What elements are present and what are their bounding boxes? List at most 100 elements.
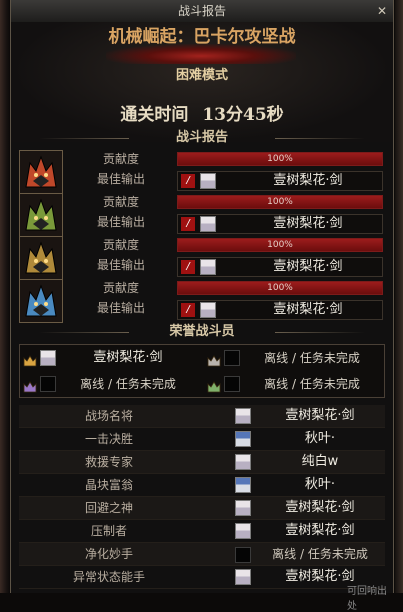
award-title: 压制者 [90,524,127,538]
bakal-green-dragon-icon [19,193,63,237]
player-avatar [200,173,216,189]
award-row[interactable]: 战场名将 壹树梨花·剑 [19,405,385,428]
battle-report-window: 战斗报告 ✕ 机械崛起：巴卡尔攻坚战 困难模式 通关时间 13分45秒 战斗报告 … [10,0,394,612]
award-row[interactable]: 净化妙手 离线 / 任务未完成 [19,543,385,566]
honor-name: 壹树梨花·剑 [93,350,163,365]
award-row[interactable]: 晶块富翁 秋叶· [19,474,385,497]
award-row[interactable]: 异常状态能手 壹树梨花·剑 [19,566,385,589]
player-avatar [40,350,56,366]
award-player-name: 壹树梨花·剑 [285,523,355,538]
best-output-label: 最佳输出 [96,258,145,272]
contribution-value: 100% [267,283,293,293]
contribution-label: 贡献度 [102,281,139,295]
player-avatar [200,259,216,275]
contribution-value: 100% [267,154,293,164]
player-name: 壹树梨花·剑 [273,302,343,317]
player-avatar [235,569,251,585]
contribution-label: 贡献度 [102,195,139,209]
window-titlebar[interactable]: 战斗报告 ✕ [11,0,393,23]
green-crown-icon [207,378,221,393]
best-output-label: 最佳输出 [96,215,145,229]
contribution-bar: 100% [177,281,383,295]
gold-crown-icon [23,352,37,367]
empty-avatar [235,547,251,563]
award-player-name: 壹树梨花·剑 [285,500,355,515]
award-title: 净化妙手 [84,547,133,561]
bakal-gold-dragon-icon [19,236,63,280]
contribution-bar: 100% [177,152,383,166]
award-player-name: 壹树梨花·剑 [285,408,355,423]
section-title-honor: 荣誉战斗员 [11,324,393,340]
role-row: 贡献度最佳输出 100% / 壹树梨花·剑 [19,193,385,237]
award-row[interactable]: 一击决胜 秋叶· [19,428,385,451]
role-row: 贡献度最佳输出 100% / 壹树梨花·剑 [19,279,385,323]
weapon-icon: / [181,303,195,317]
award-row[interactable]: 救援专家 纯白w [19,451,385,474]
honor-slot[interactable]: 离线 / 任务未完成 [204,373,380,395]
honor-name: 离线 / 任务未完成 [264,377,360,391]
section-title-report: 战斗报告 [11,130,393,146]
player-name: 壹树梨花·剑 [273,259,343,274]
background-right-edge [395,0,403,593]
empty-avatar [40,376,56,392]
bakal-red-dragon-icon [19,150,63,194]
clear-time-value: 13分45秒 [202,105,284,125]
difficulty-label: 困难模式 [175,68,228,83]
empty-avatar [224,376,240,392]
player-avatar [235,408,251,424]
best-output-player[interactable]: / 壹树梨花·剑 [177,171,383,191]
role-row: 贡献度最佳输出 100% / 壹树梨花·剑 [19,150,385,194]
contribution-value: 100% [267,240,293,250]
difficulty-banner [106,44,296,64]
background-left-edge [0,0,10,593]
best-output-label: 最佳输出 [96,172,145,186]
best-output-player[interactable]: / 壹树梨花·剑 [177,214,383,234]
contribution-label: 贡献度 [102,152,139,166]
award-row[interactable]: 压制者 壹树梨花·剑 [19,520,385,543]
award-title: 异常状态能手 [72,570,145,584]
contribution-bar: 100% [177,195,383,209]
player-avatar [235,477,251,493]
contribution-label: 贡献度 [102,238,139,252]
award-row[interactable]: 回避之神 壹树梨花·剑 [19,497,385,520]
weapon-icon: / [181,174,195,188]
best-output-player[interactable]: / 壹树梨花·剑 [177,300,383,320]
award-title: 救援专家 [84,455,133,469]
honor-panel: 壹树梨花·剑 离线 / 任务未完成 离线 / 任务未完成 离线 / 任务未完成 [19,344,385,398]
player-avatar [235,500,251,516]
honor-slot[interactable]: 壹树梨花·剑 [20,347,196,369]
award-title: 一击决胜 [84,432,133,446]
award-player-name: 秋叶· [304,431,336,446]
purple-crown-icon [23,378,37,393]
close-icon[interactable]: ✕ [375,0,389,22]
award-title: 回避之神 [84,501,133,515]
award-list: 战场名将 壹树梨花·剑 一击决胜 秋叶· 救援专家 纯白w 晶块富翁 秋叶· 回避之神 壹树梨花·… [19,405,385,589]
clear-time-label: 通关时间 [120,105,189,125]
player-avatar [200,216,216,232]
honor-name: 离线 / 任务未完成 [264,351,360,365]
player-avatar [235,431,251,447]
player-avatar [200,302,216,318]
contribution-value: 100% [267,197,293,207]
weapon-icon: / [181,217,195,231]
bakal-blue-dragon-icon [19,279,63,323]
award-title: 晶块富翁 [84,478,133,492]
clear-time: 通关时间 13分45秒 [11,100,393,125]
weapon-icon: / [181,260,195,274]
best-output-label: 最佳输出 [96,301,145,315]
award-player-name: 离线 / 任务未完成 [272,547,368,561]
player-avatar [235,454,251,470]
player-name: 壹树梨花·剑 [273,216,343,231]
player-name: 壹树梨花·剑 [273,173,343,188]
role-row: 贡献度最佳输出 100% / 壹树梨花·剑 [19,236,385,280]
footer-link[interactable]: 可回响出处 [347,582,393,612]
honor-slot[interactable]: 离线 / 任务未完成 [204,347,380,369]
honor-slot[interactable]: 离线 / 任务未完成 [20,373,196,395]
window-title: 战斗报告 [177,4,226,18]
honor-name: 离线 / 任务未完成 [80,377,176,391]
award-player-name: 纯白w [301,454,339,469]
red-crown-icon [207,352,221,367]
empty-avatar [224,350,240,366]
best-output-player[interactable]: / 壹树梨花·剑 [177,257,383,277]
contribution-bar: 100% [177,238,383,252]
